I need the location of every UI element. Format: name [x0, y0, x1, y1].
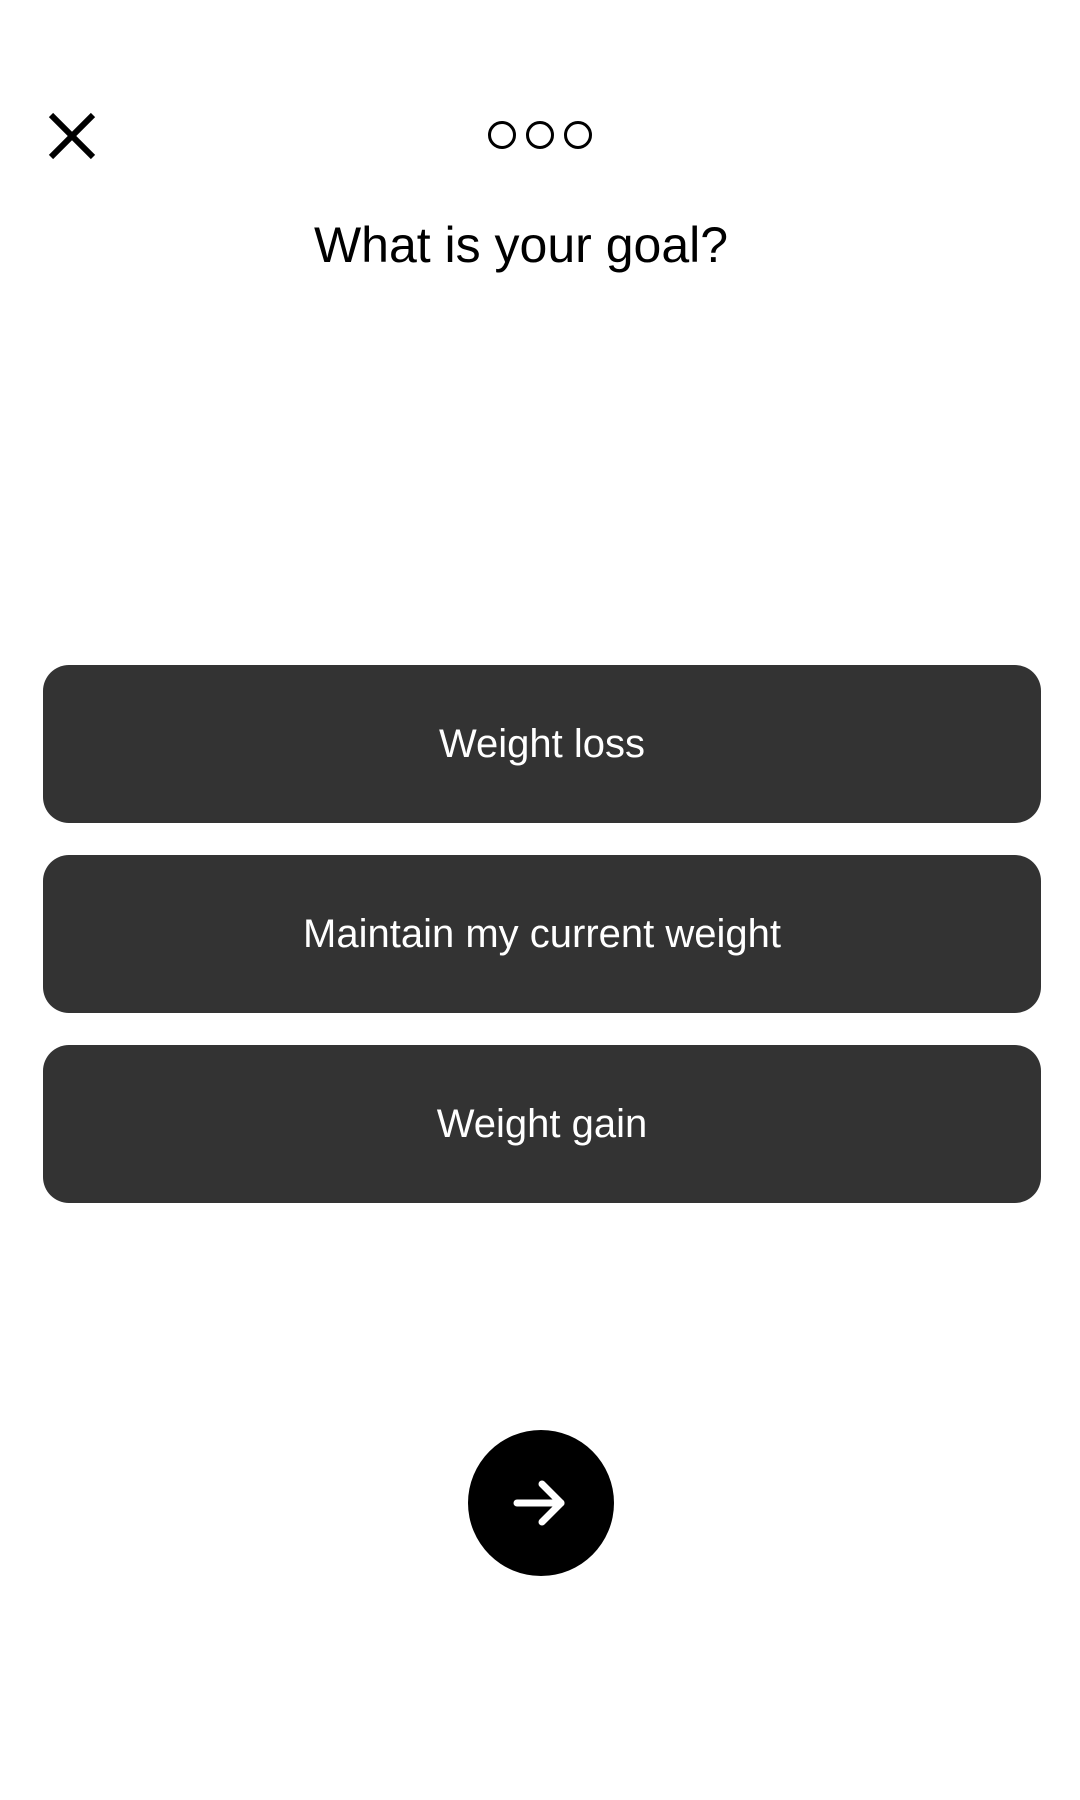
page-title: What is your goal?: [313, 217, 729, 273]
option-label: Maintain my current weight: [303, 911, 781, 956]
option-weight-gain[interactable]: Weight gain: [43, 1045, 1041, 1203]
arrow-right-icon: [513, 1480, 565, 1526]
progress-dot-2: [526, 121, 554, 149]
progress-dot-1: [488, 121, 516, 149]
progress-dot-3: [564, 121, 592, 149]
option-maintain-weight[interactable]: Maintain my current weight: [43, 855, 1041, 1013]
progress-indicator: [0, 121, 1080, 149]
option-label: Weight loss: [438, 721, 645, 766]
option-weight-loss[interactable]: Weight loss: [43, 665, 1041, 823]
option-label: Weight gain: [436, 1101, 648, 1146]
next-button[interactable]: [468, 1430, 614, 1576]
goal-options: Weight loss Maintain my current weight W…: [43, 665, 1041, 1235]
